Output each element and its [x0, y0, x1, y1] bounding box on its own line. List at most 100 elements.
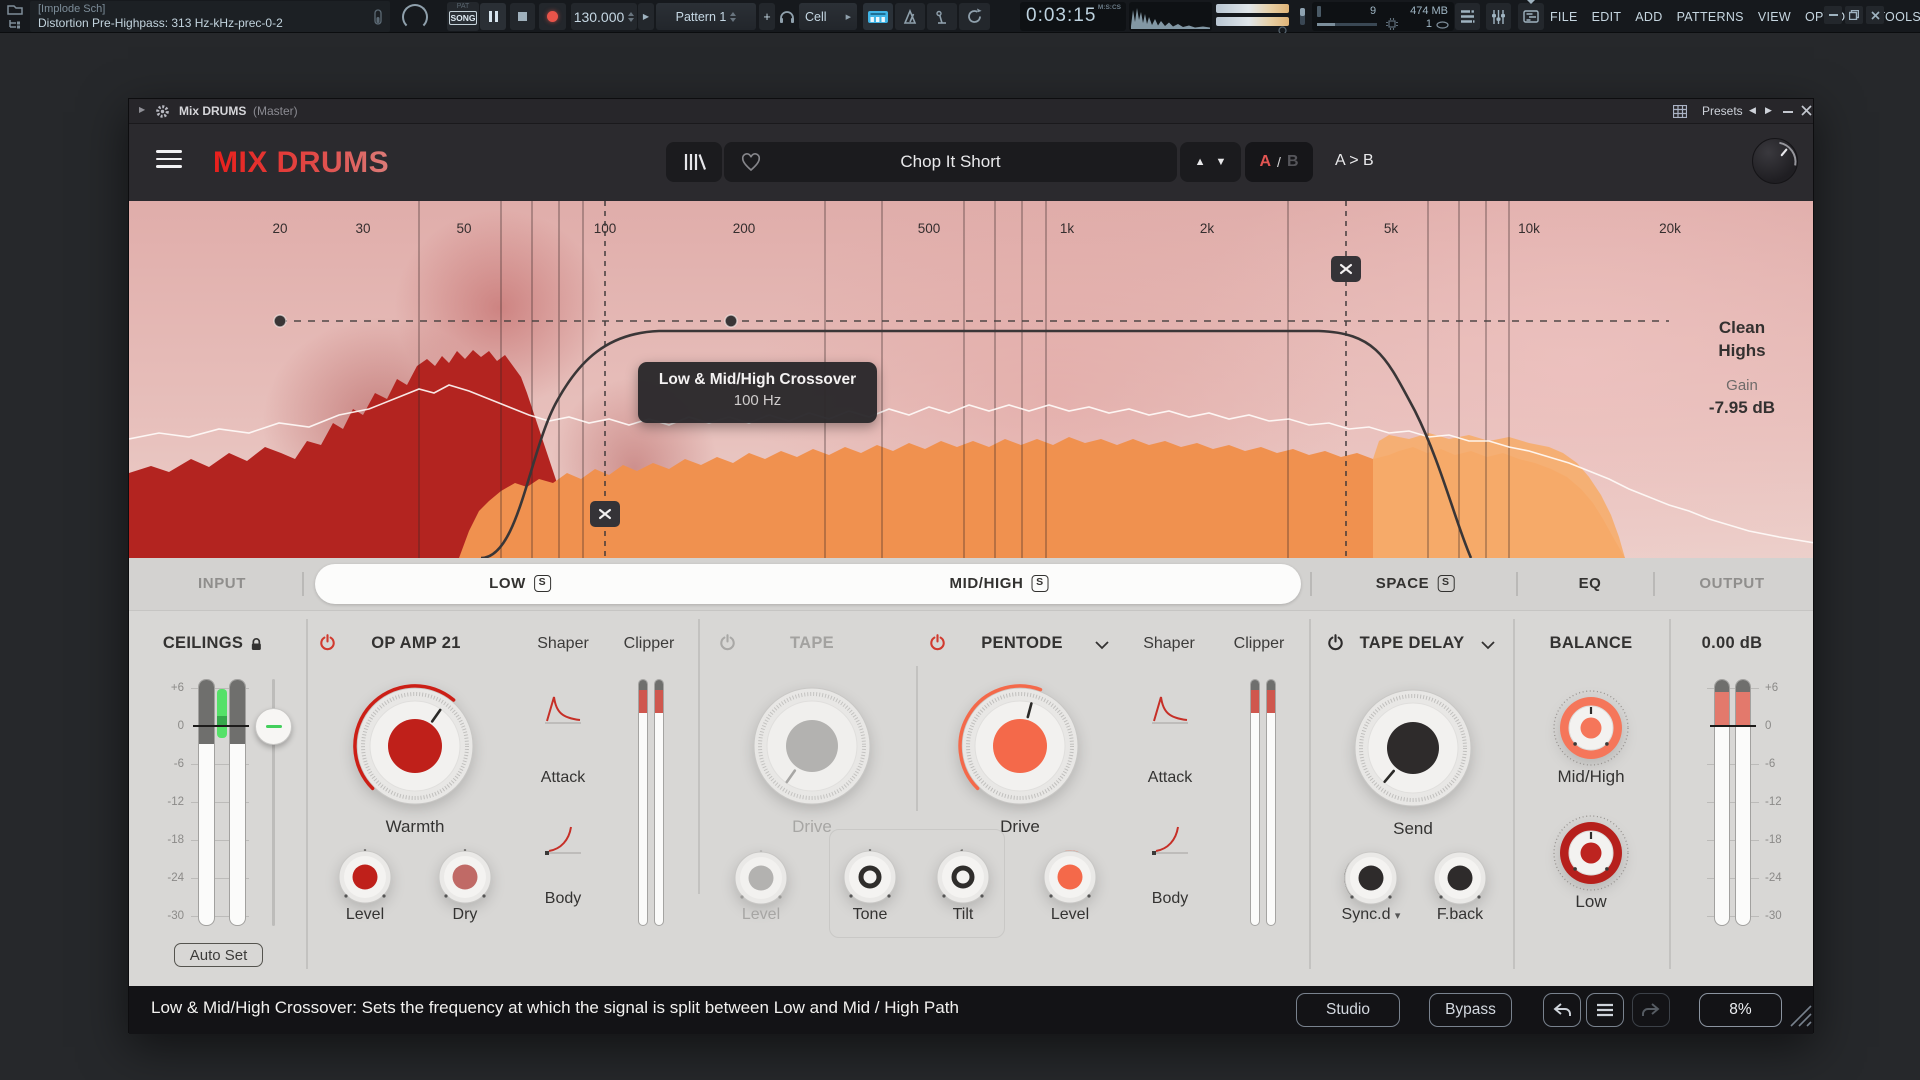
- cell-selector[interactable]: Cell ▶: [799, 3, 857, 30]
- preset-down-icon[interactable]: ▼: [1216, 156, 1227, 168]
- attack-shaper-icon[interactable]: [1150, 691, 1190, 729]
- preset-display[interactable]: Chop It Short: [724, 142, 1177, 182]
- presets-label[interactable]: Presets: [1702, 104, 1743, 118]
- tape-drive-knob[interactable]: [746, 680, 878, 817]
- pattern-play-icon[interactable]: ▶: [638, 3, 654, 30]
- project-browser-icon[interactable]: [6, 3, 26, 35]
- plugin-close-icon[interactable]: [1801, 105, 1812, 116]
- preset-library-button[interactable]: [666, 142, 722, 182]
- auto-set-button[interactable]: Auto Set: [174, 943, 263, 967]
- stop-button[interactable]: [510, 3, 535, 30]
- tape-power-icon[interactable]: [719, 634, 736, 651]
- detach-arrow-icon[interactable]: ▶: [139, 105, 145, 114]
- body-shaper-icon[interactable]: [1150, 821, 1190, 859]
- preset-prev-icon[interactable]: ◀: [1749, 105, 1756, 116]
- tab-midhigh[interactable]: MID/HIGHS: [950, 575, 1049, 592]
- ab-a[interactable]: A: [1259, 153, 1271, 171]
- opamp-dry-knob[interactable]: [437, 849, 493, 910]
- pause-button[interactable]: [480, 3, 506, 30]
- ab-copy-button[interactable]: A > B: [1335, 152, 1374, 170]
- plugin-titlebar[interactable]: ▶ Mix DRUMS (Master) Presets ◀ ▶: [129, 99, 1813, 124]
- typing-keyboard-to-piano-icon[interactable]: [863, 3, 893, 30]
- master-volume-bar[interactable]: [1216, 4, 1289, 13]
- preset-prev-next[interactable]: ▲ ▼: [1180, 142, 1241, 182]
- preset-browser-icon[interactable]: [1673, 105, 1687, 118]
- tab-space[interactable]: SPACES: [1376, 575, 1455, 592]
- send-knob[interactable]: [1347, 682, 1479, 819]
- ab-b[interactable]: B: [1287, 153, 1299, 171]
- metronome-icon[interactable]: [895, 3, 925, 30]
- tapedelay-power-icon[interactable]: [1327, 634, 1344, 651]
- body-shaper-icon[interactable]: [543, 821, 583, 859]
- preset-up-icon[interactable]: ▲: [1195, 156, 1206, 168]
- menu-patterns[interactable]: PATTERNS: [1677, 10, 1744, 24]
- main-volume-knob[interactable]: [402, 4, 428, 30]
- studio-button[interactable]: Studio: [1296, 993, 1400, 1027]
- tempo-display[interactable]: 130.000: [571, 3, 637, 30]
- menu-edit[interactable]: EDIT: [1592, 10, 1622, 24]
- playlist-panel-icon[interactable]: [1455, 3, 1480, 30]
- crossover-handle-high[interactable]: [1331, 256, 1361, 282]
- warmth-knob[interactable]: [349, 680, 481, 817]
- bypass-button[interactable]: Bypass: [1429, 993, 1512, 1027]
- tape-level-knob[interactable]: [733, 850, 789, 911]
- solo-badge[interactable]: S: [534, 575, 551, 592]
- pattern-selector[interactable]: Pattern 1: [656, 3, 756, 30]
- resize-grip[interactable]: [1787, 1004, 1813, 1030]
- plugin-minimize-icon[interactable]: [1783, 111, 1793, 113]
- pat-label[interactable]: PAT: [447, 3, 479, 10]
- redo-button[interactable]: [1632, 993, 1670, 1027]
- spectrum-display[interactable]: 20 30 50 100 200 500 1k 2k 5k 10k 20k Lo…: [129, 201, 1813, 558]
- solo-badge[interactable]: S: [1437, 575, 1454, 592]
- feedback-knob[interactable]: [1432, 850, 1488, 911]
- pentode-tone-knob[interactable]: [842, 849, 898, 910]
- favorite-heart-icon[interactable]: [740, 152, 762, 172]
- oscilloscope[interactable]: [1129, 2, 1212, 31]
- tab-output[interactable]: OUTPUT: [1699, 575, 1764, 592]
- wait-for-input-icon[interactable]: [927, 3, 957, 30]
- output-value[interactable]: 0.00 dB: [1702, 634, 1763, 653]
- tab-low[interactable]: LOWS: [489, 575, 551, 592]
- song-label[interactable]: SONG: [449, 11, 477, 25]
- app-minimize-button[interactable]: [1824, 6, 1842, 24]
- piano-roll-panel-icon[interactable]: [1518, 3, 1544, 30]
- crossover-handle-low[interactable]: [590, 501, 620, 527]
- record-button[interactable]: [539, 3, 566, 30]
- attack-shaper-icon[interactable]: [543, 691, 583, 729]
- app-restore-button[interactable]: [1845, 6, 1863, 24]
- pat-song-toggle[interactable]: PAT SONG: [447, 2, 479, 31]
- cpu-usage-button[interactable]: 8%: [1699, 993, 1782, 1027]
- master-pitch-bar[interactable]: [1216, 17, 1289, 26]
- opamp-power-icon[interactable]: [319, 634, 336, 651]
- pentode-power-icon[interactable]: [929, 634, 946, 651]
- sync-knob[interactable]: [1343, 850, 1399, 911]
- add-pattern-button[interactable]: +: [759, 3, 775, 30]
- tab-eq[interactable]: EQ: [1579, 575, 1602, 592]
- time-display[interactable]: 0:03:15 M:S:CS: [1020, 2, 1126, 31]
- menu-view[interactable]: VIEW: [1758, 10, 1791, 24]
- tapedelay-chevron-icon[interactable]: [1481, 640, 1495, 650]
- pentode-drive-knob[interactable]: [954, 680, 1086, 817]
- tab-input[interactable]: INPUT: [198, 575, 246, 592]
- ab-compare[interactable]: A / B: [1245, 142, 1313, 182]
- preset-next-icon[interactable]: ▶: [1765, 105, 1772, 116]
- balance-midhigh-knob[interactable]: [1551, 688, 1631, 773]
- undo-button[interactable]: [1543, 993, 1581, 1027]
- output-gain-knob[interactable]: [1752, 138, 1798, 184]
- pentode-level-knob[interactable]: [1042, 849, 1098, 910]
- app-close-button[interactable]: [1866, 6, 1884, 24]
- mixer-panel-icon[interactable]: [1486, 3, 1511, 30]
- opamp-level-knob[interactable]: [337, 849, 393, 910]
- pentode-tilt-knob[interactable]: [935, 849, 991, 910]
- menu-add[interactable]: ADD: [1635, 10, 1662, 24]
- tempo-stepper[interactable]: [628, 12, 634, 22]
- pattern-stepper[interactable]: [730, 12, 736, 22]
- ceiling-slider-handle[interactable]: [255, 708, 292, 745]
- preset-name[interactable]: Chop It Short: [900, 152, 1000, 172]
- solo-badge[interactable]: S: [1031, 575, 1048, 592]
- loop-record-icon[interactable]: [959, 3, 990, 30]
- menu-burger-icon[interactable]: [156, 150, 182, 173]
- history-menu-button[interactable]: [1586, 993, 1624, 1027]
- shuffle-slider[interactable]: [1300, 8, 1305, 25]
- balance-low-knob[interactable]: [1551, 813, 1631, 898]
